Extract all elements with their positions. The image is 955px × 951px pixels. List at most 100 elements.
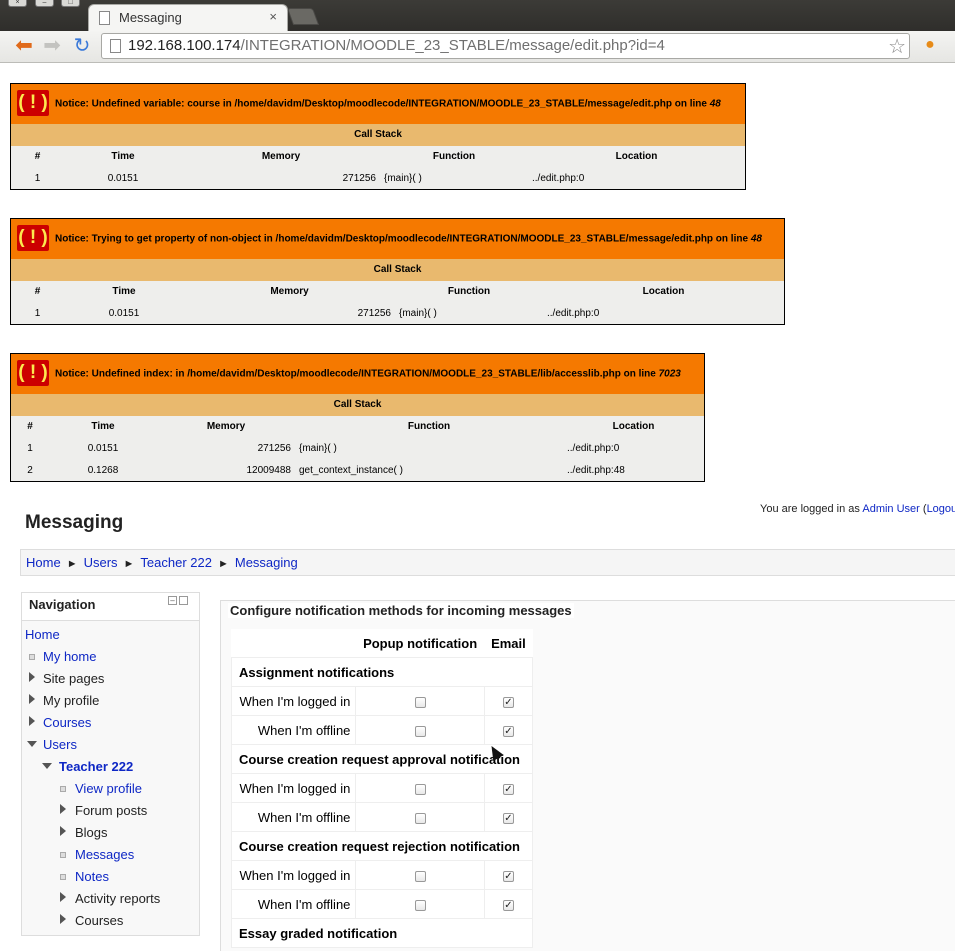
- window-minimize-button[interactable]: –: [35, 0, 54, 7]
- logout-link[interactable]: Logout: [927, 503, 955, 515]
- nav-courses[interactable]: Courses: [43, 715, 91, 730]
- expand-arrow-icon[interactable]: [29, 694, 35, 704]
- bullet-icon: [60, 852, 66, 858]
- back-arrow-icon[interactable]: ⬅: [12, 35, 36, 57]
- col-location: Location: [615, 151, 658, 162]
- tab-title: Messaging: [119, 10, 182, 25]
- expand-arrow-icon[interactable]: [60, 892, 66, 902]
- new-tab-button[interactable]: [286, 8, 320, 25]
- popup-checkbox[interactable]: [414, 899, 426, 911]
- col-function: Function: [432, 151, 476, 162]
- col-memory: Memory: [270, 286, 309, 297]
- expand-arrow-icon[interactable]: [60, 826, 66, 836]
- group-title: Essay graded notification: [231, 918, 533, 948]
- notice-line: 7023: [658, 368, 681, 380]
- col-function: Function: [447, 286, 491, 297]
- nav-teacher[interactable]: Teacher 222: [59, 759, 133, 774]
- logged-in-label: When I'm logged in: [230, 773, 357, 803]
- offline-label: When I'm offline: [230, 715, 357, 745]
- navigation-block: Navigation – Home My home Site pages My …: [21, 592, 200, 936]
- extension-icon[interactable]: ●: [919, 36, 941, 56]
- email-checkbox[interactable]: ✓: [502, 725, 514, 737]
- warning-icon: ( ! ): [17, 89, 49, 116]
- nav-notes[interactable]: Notes: [75, 869, 109, 884]
- breadcrumb-home[interactable]: Home: [26, 555, 61, 570]
- address-bar[interactable]: 192.168.100.174/INTEGRATION/MOODLE_23_ST…: [101, 33, 910, 59]
- popup-checkbox[interactable]: [414, 725, 426, 737]
- callstack-label: Call Stack: [373, 264, 422, 275]
- email-checkbox[interactable]: ✓: [502, 870, 514, 882]
- preferences-table: Popup notification Email Assignment noti…: [230, 629, 534, 948]
- page-favicon-icon: [99, 11, 110, 25]
- breadcrumb-messaging[interactable]: Messaging: [235, 555, 298, 570]
- collapse-block-icon[interactable]: –: [168, 596, 177, 605]
- breadcrumb-separator: ►: [66, 558, 78, 570]
- logged-in-label: When I'm logged in: [230, 860, 357, 890]
- breadcrumb-teacher[interactable]: Teacher 222: [140, 555, 212, 570]
- collapse-arrow-icon[interactable]: [27, 741, 37, 747]
- breadcrumb-separator: ►: [123, 558, 135, 570]
- breadcrumb-separator: ►: [217, 558, 229, 570]
- navigation-block-title: Navigation: [29, 597, 96, 612]
- email-checkbox[interactable]: ✓: [502, 783, 514, 795]
- popup-checkbox[interactable]: [414, 870, 426, 882]
- forward-arrow-icon[interactable]: ➡: [40, 35, 64, 57]
- offline-label: When I'm offline: [230, 889, 357, 919]
- expand-arrow-icon[interactable]: [60, 804, 66, 814]
- nav-view-profile[interactable]: View profile: [75, 781, 142, 796]
- popup-checkbox[interactable]: [414, 783, 426, 795]
- nav-users[interactable]: Users: [43, 737, 77, 752]
- url-text[interactable]: 192.168.100.174/INTEGRATION/MOODLE_23_ST…: [128, 37, 665, 54]
- col-time: Time: [91, 421, 115, 432]
- col-location: Location: [642, 286, 685, 297]
- preferences-legend: Configure notification methods for incom…: [228, 603, 574, 618]
- table-row: 1 0.0151 271256 {main}( ) ../edit.php:0: [10, 167, 746, 190]
- dock-block-icon[interactable]: [179, 596, 188, 605]
- warning-icon: ( ! ): [17, 224, 49, 251]
- nav-my-profile[interactable]: My profile: [43, 693, 99, 708]
- email-checkbox[interactable]: ✓: [502, 696, 514, 708]
- browser-toolbar: ⬅ ➡ ↻ 192.168.100.174/INTEGRATION/MOODLE…: [0, 31, 955, 63]
- nav-activity-reports[interactable]: Activity reports: [75, 891, 160, 906]
- nav-site-pages[interactable]: Site pages: [43, 671, 104, 686]
- notice-line: 48: [750, 233, 762, 245]
- notice-message: Notice: Trying to get property of non-ob…: [55, 233, 751, 245]
- breadcrumb: Home ► Users ► Teacher 222 ► Messaging: [20, 549, 955, 576]
- col-time: Time: [112, 286, 136, 297]
- page-icon: [110, 39, 121, 53]
- popup-checkbox[interactable]: [414, 696, 426, 708]
- email-checkbox[interactable]: ✓: [502, 812, 514, 824]
- tab-close-icon[interactable]: ×: [269, 9, 277, 24]
- col-email-header: Email: [491, 635, 526, 651]
- expand-arrow-icon[interactable]: [60, 914, 66, 924]
- user-profile-link[interactable]: Admin User: [862, 503, 919, 515]
- group-title: Course creation request rejection notifi…: [231, 831, 533, 861]
- xdebug-notice-2: ( ! ) Notice: Trying to get property of n…: [10, 218, 785, 325]
- expand-arrow-icon[interactable]: [29, 672, 35, 682]
- bullet-icon: [60, 786, 66, 792]
- notice-message: Notice: Undefined variable: course in /h…: [55, 98, 710, 110]
- nav-my-home[interactable]: My home: [43, 649, 96, 664]
- reload-icon[interactable]: ↻: [70, 35, 94, 57]
- nav-messages[interactable]: Messages: [75, 847, 134, 862]
- breadcrumb-users[interactable]: Users: [84, 555, 118, 570]
- callstack-label: Call Stack: [333, 399, 382, 410]
- collapse-arrow-icon[interactable]: [42, 763, 52, 769]
- bookmark-star-icon[interactable]: ☆: [888, 34, 906, 59]
- window-maximize-button[interactable]: □: [61, 0, 80, 7]
- offline-label: When I'm offline: [230, 802, 357, 832]
- email-checkbox[interactable]: ✓: [502, 899, 514, 911]
- nav-teacher-courses[interactable]: Courses: [75, 913, 123, 928]
- page-title: Messaging: [25, 512, 124, 533]
- window-close-button[interactable]: ×: [8, 0, 27, 7]
- warning-icon: ( ! ): [17, 359, 49, 386]
- table-row: 1 0.0151 271256 {main}( ) ../edit.php:0: [10, 302, 785, 325]
- nav-forum-posts[interactable]: Forum posts: [75, 803, 147, 818]
- browser-tab[interactable]: Messaging ×: [88, 4, 288, 31]
- popup-checkbox[interactable]: [414, 812, 426, 824]
- nav-home[interactable]: Home: [25, 627, 60, 642]
- expand-arrow-icon[interactable]: [29, 716, 35, 726]
- nav-blogs[interactable]: Blogs: [75, 825, 108, 840]
- group-title: Assignment notifications: [231, 657, 533, 687]
- col-popup-header: Popup notification: [363, 635, 478, 651]
